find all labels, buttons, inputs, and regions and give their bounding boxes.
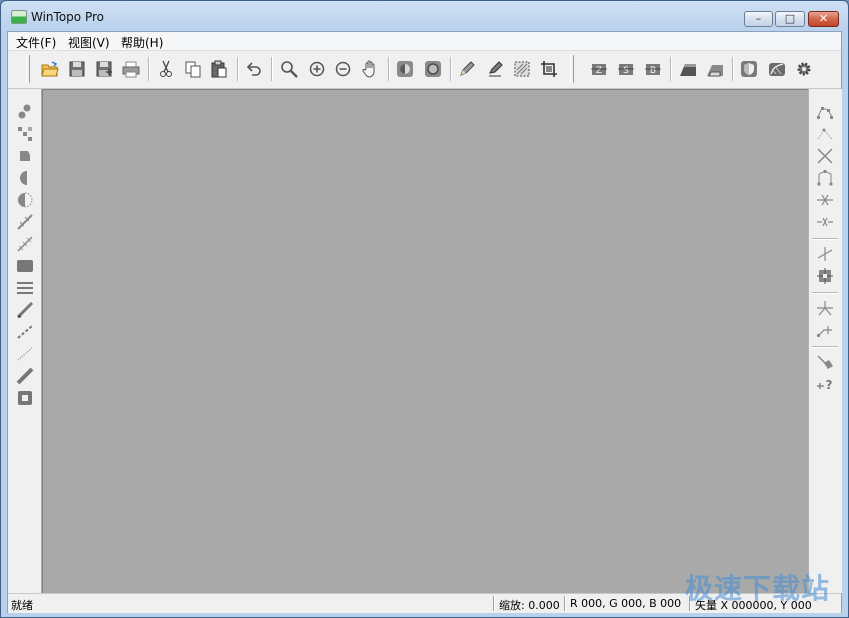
cut-icon[interactable] [156,59,176,79]
vector-z-icon[interactable]: Z [589,59,609,79]
magnifier-icon[interactable] [279,59,299,79]
palette-separator [812,292,838,294]
draw-dots-icon[interactable] [15,102,35,122]
diagonal-bar-icon[interactable] [15,300,35,320]
pencil-icon[interactable] [457,59,477,79]
save-as-icon[interactable] [94,59,114,79]
mirror-circle-icon[interactable] [15,190,35,210]
svg-text:S: S [623,66,629,76]
horizontal-lines-icon[interactable] [15,278,35,298]
print-icon[interactable] [121,59,141,79]
brightness-icon[interactable] [395,59,415,79]
intersection-icon[interactable] [815,298,835,318]
thinning-icon[interactable] [678,59,698,79]
toolbar-separator [450,57,452,81]
half-circle-icon[interactable] [15,168,35,188]
highlighter-icon[interactable] [485,59,505,79]
status-message: 就绪 [11,599,33,612]
undo-icon[interactable] [244,59,264,79]
settings-gear-icon[interactable] [794,59,814,79]
svg-text:Z: Z [596,66,602,76]
zoom-in-icon[interactable] [307,59,327,79]
svg-text:?: ? [826,378,833,392]
palette-separator [812,238,838,240]
toolbar-separator [148,57,150,81]
move-nodes-icon[interactable] [15,124,35,144]
menu-help[interactable]: 帮助(H) [121,34,163,51]
fine-dotted-line-icon[interactable] [15,344,35,364]
cross-lines-icon[interactable] [815,146,835,166]
image-canvas[interactable] [42,89,808,593]
palette-separator [812,346,838,348]
toolbar-grip[interactable] [570,55,574,83]
toolbar-grip[interactable] [26,55,30,83]
square-ring-icon[interactable] [15,388,35,408]
status-rgb: R 000, G 000, B 000 [570,597,682,610]
status-zoom: 缩放: 0.000 [499,599,560,612]
open-icon[interactable] [40,59,60,79]
curve-nodes-icon[interactable] [815,168,835,188]
application-window: WinTopo Pro – □ ✕ 文件(F) 视图(V) 帮助(H) Z S … [0,0,849,618]
toolbar-separator [388,57,390,81]
watermark-text: 极速下载站 [684,572,830,605]
delete-node-icon[interactable] [815,352,835,372]
select-area-icon[interactable] [512,59,532,79]
vector-b-icon[interactable]: B [643,59,663,79]
status-divider [493,596,495,611]
crop-icon[interactable] [539,59,559,79]
toolbar-separator [670,57,672,81]
snap-point-icon[interactable] [815,244,835,264]
title-bar[interactable]: WinTopo Pro – □ ✕ [1,1,848,31]
copy-icon[interactable] [183,59,203,79]
help-node-icon[interactable]: ? [815,374,835,394]
minimize-button[interactable]: – [744,11,773,27]
draw-line-icon[interactable] [15,212,35,232]
skeleton-icon[interactable] [705,59,725,79]
menu-file[interactable]: 文件(F) [16,34,56,51]
vector-s-icon[interactable]: S [616,59,636,79]
thick-stroke-icon[interactable] [15,366,35,386]
polyline-icon[interactable] [815,102,835,122]
filled-rectangle-icon[interactable] [15,256,35,276]
save-icon[interactable] [67,59,87,79]
dotted-line-icon[interactable] [15,322,35,342]
node-box-icon[interactable] [815,266,835,286]
menu-bar: 文件(F) 视图(V) 帮助(H) [8,32,841,51]
status-divider [564,596,566,611]
toolbar-separator [732,57,734,81]
paste-icon[interactable] [209,59,229,79]
main-toolbar: Z S B [8,51,841,89]
extend-line-icon[interactable] [815,320,835,340]
dashed-line-icon[interactable] [15,234,35,254]
shield-icon[interactable] [739,59,759,79]
toolbar-separator [237,57,239,81]
contrast-icon[interactable] [423,59,443,79]
window-title: WinTopo Pro [31,10,104,24]
break-lines-icon[interactable] [815,212,835,232]
left-tool-palette [9,89,42,593]
dotted-polyline-icon[interactable] [815,124,835,144]
pan-hand-icon[interactable] [360,59,380,79]
toolbar-separator [271,57,273,81]
svg-text:B: B [650,66,656,76]
vectorize-icon[interactable] [767,59,787,79]
app-logo-icon [11,10,27,24]
zoom-out-icon[interactable] [333,59,353,79]
join-lines-icon[interactable] [815,190,835,210]
maximize-button[interactable]: □ [775,11,805,27]
client-area: 文件(F) 视图(V) 帮助(H) Z S B ? 就绪 缩放: 0.000 R… [7,31,842,613]
right-tool-palette: ? [808,89,842,593]
menu-view[interactable]: 视图(V) [68,34,110,51]
fill-shape-icon[interactable] [15,146,35,166]
close-button[interactable]: ✕ [808,11,839,27]
